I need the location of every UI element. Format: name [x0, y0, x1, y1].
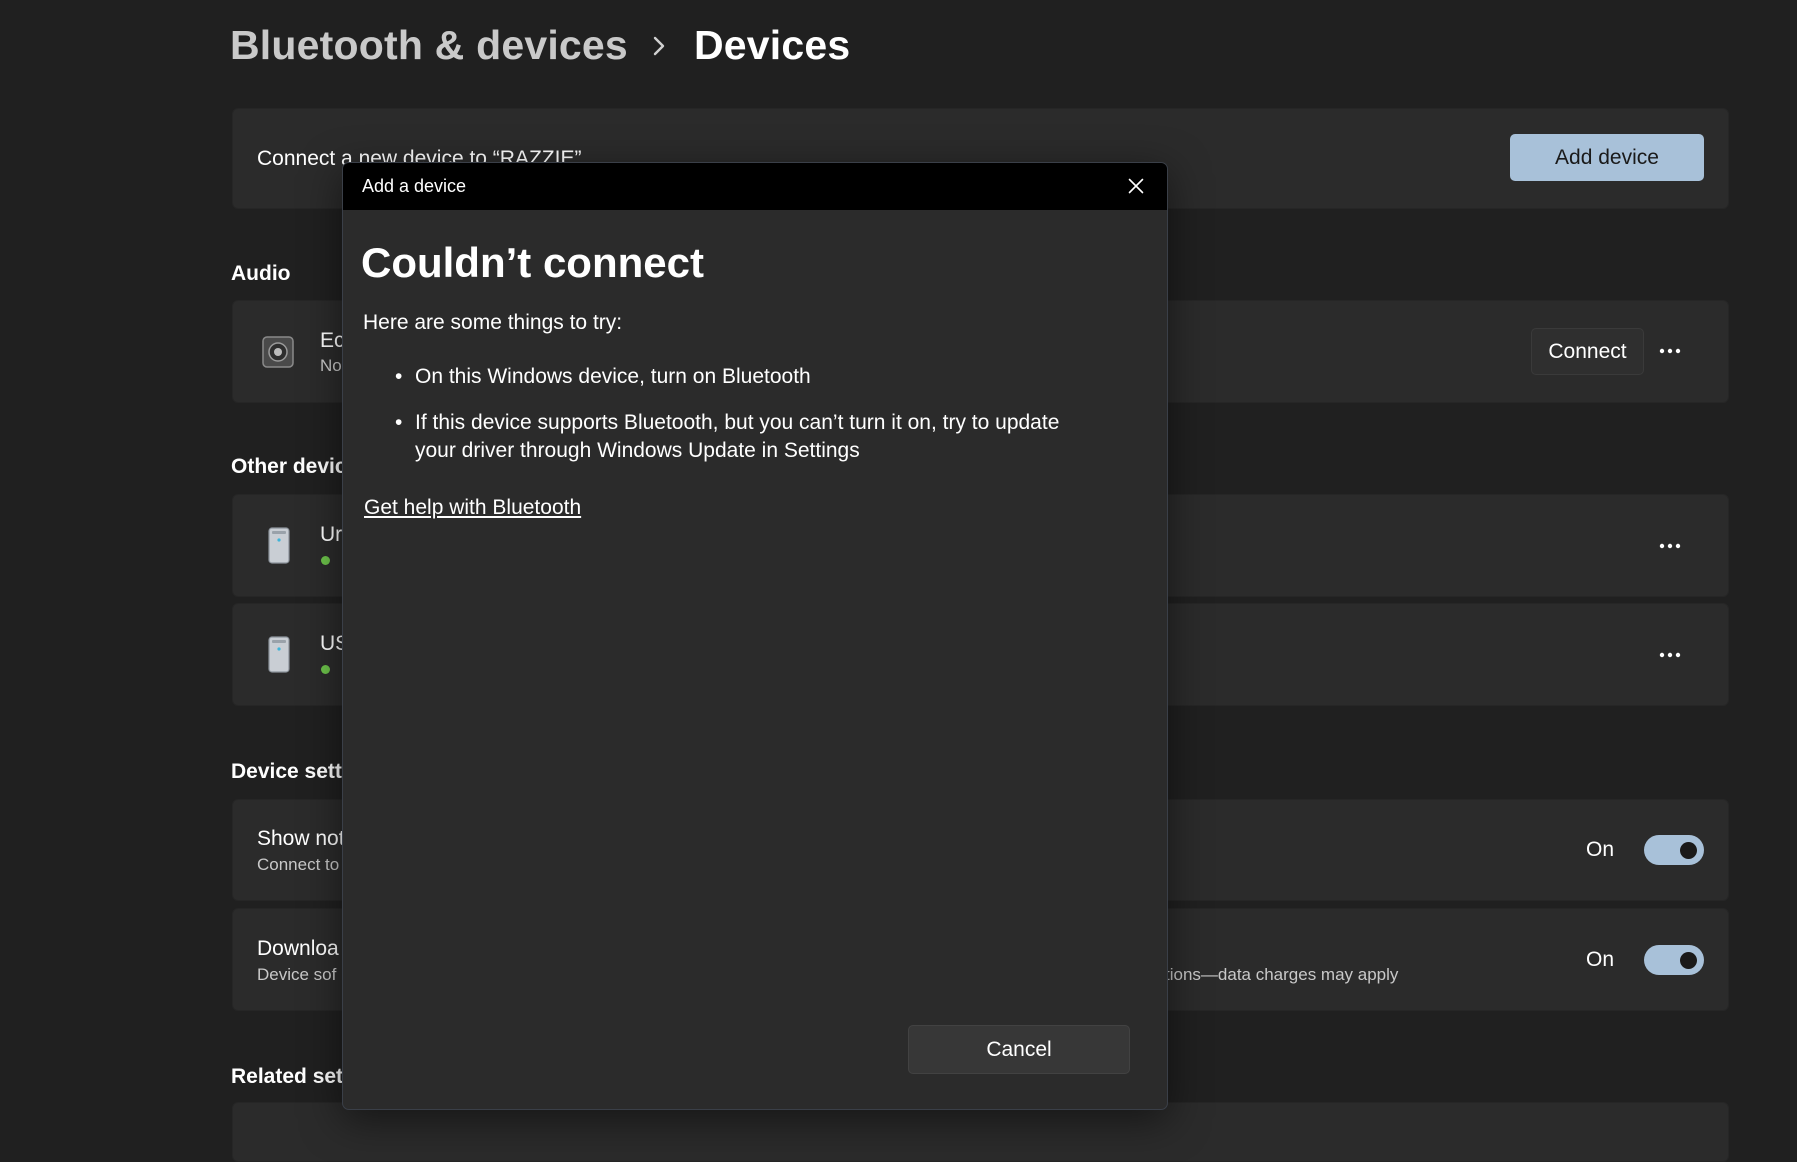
device-settings-section-title: Device setti	[231, 760, 348, 783]
setting-title: Downloa	[257, 937, 339, 960]
toggle-group: On	[1586, 835, 1704, 865]
toggle-switch[interactable]	[1644, 945, 1704, 975]
connect-button[interactable]: Connect	[1531, 328, 1644, 375]
help-link[interactable]: Get help with Bluetooth	[364, 496, 581, 520]
related-settings-section-title: Related sett	[231, 1065, 351, 1088]
more-icon[interactable]	[1652, 528, 1688, 564]
more-icon[interactable]	[1652, 333, 1688, 369]
setting-title: Show not	[257, 827, 345, 850]
status-dot	[321, 665, 330, 674]
tip-item: If this device supports Bluetooth, but y…	[393, 409, 1083, 465]
dialog-intro: Here are some things to try:	[363, 311, 623, 334]
speaker-icon	[261, 335, 295, 374]
more-icon[interactable]	[1652, 637, 1688, 673]
audio-device-name: Ec	[320, 329, 345, 352]
usb-device-icon	[261, 525, 295, 570]
toggle-switch[interactable]	[1644, 835, 1704, 865]
toggle-knob	[1680, 842, 1697, 859]
setting-subtitle: Connect to	[257, 855, 340, 874]
dialog-window-title: Add a device	[362, 176, 467, 196]
setting-subtitle: Device sof	[257, 965, 337, 984]
other-device-name: Ur	[320, 523, 343, 546]
cancel-button[interactable]: Cancel	[908, 1025, 1130, 1074]
breadcrumb-parent[interactable]: Bluetooth & devices	[230, 22, 628, 69]
toggle-label: On	[1585, 838, 1614, 861]
add-device-button[interactable]: Add device	[1510, 134, 1704, 181]
setting-subtitle-tail: tions—data charges may apply	[1165, 965, 1399, 984]
chevron-right-icon	[652, 35, 666, 57]
breadcrumb: Bluetooth & devices Devices	[230, 22, 850, 69]
tips-list: On this Windows device, turn on Bluetoot…	[393, 363, 1083, 483]
close-icon[interactable]	[1121, 171, 1151, 201]
related-settings-card[interactable]	[232, 1102, 1729, 1162]
add-device-dialog: Add a device Couldn’t connect Here are s…	[342, 162, 1168, 1110]
tip-item: On this Windows device, turn on Bluetoot…	[393, 363, 1083, 391]
other-devices-section-title: Other devic	[231, 455, 347, 478]
toggle-label: On	[1585, 948, 1614, 971]
dialog-titlebar: Add a device	[343, 163, 1167, 210]
status-dot	[321, 556, 330, 565]
usb-device-icon	[261, 634, 295, 679]
toggle-knob	[1680, 952, 1697, 969]
audio-device-status: No	[320, 356, 342, 375]
toggle-group: On	[1586, 945, 1704, 975]
page-title: Devices	[693, 22, 851, 68]
audio-section-title: Audio	[231, 262, 291, 285]
dialog-heading: Couldn’t connect	[361, 239, 704, 286]
